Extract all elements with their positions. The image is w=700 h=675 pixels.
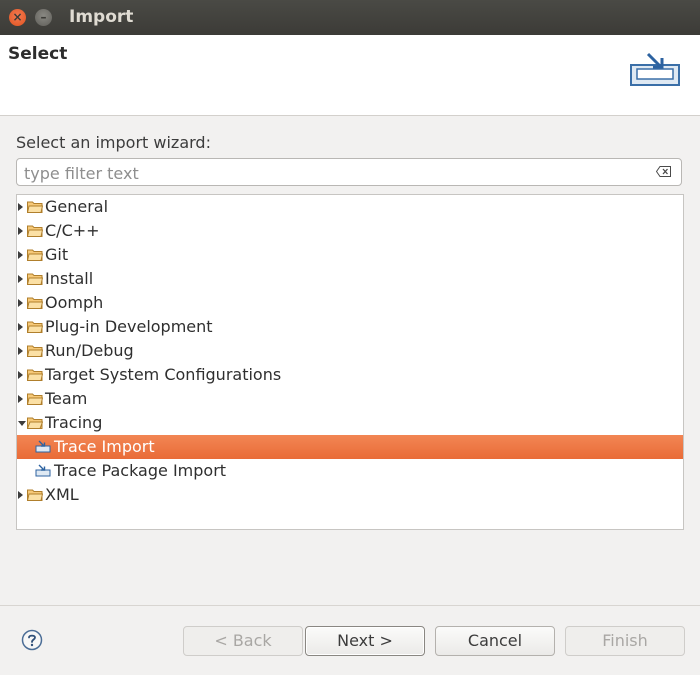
tree-item-trace-import[interactable]: Trace Import	[17, 435, 683, 459]
tree-item-label: Git	[45, 245, 69, 264]
tree-item-run-debug[interactable]: Run/Debug	[17, 339, 683, 363]
tree-item-team[interactable]: Team	[17, 387, 683, 411]
expand-arrow-icon[interactable]	[18, 203, 23, 211]
folder-icon	[27, 201, 43, 213]
minimize-icon: –	[40, 10, 47, 24]
tree-item-label: Tracing	[45, 413, 103, 432]
folder-icon	[27, 345, 43, 357]
expand-arrow-icon[interactable]	[18, 347, 23, 355]
tree-item-label: Plug-in Development	[45, 317, 213, 336]
tree-item-label: C/C++	[45, 221, 100, 240]
tree-item-general[interactable]: General	[17, 195, 683, 219]
tree-item-tracing[interactable]: Tracing	[17, 411, 683, 435]
wizard-list-label: Select an import wizard:	[16, 133, 211, 152]
close-window-button[interactable]: ×	[9, 9, 26, 26]
folder-icon	[27, 249, 43, 261]
wizard-header: Select	[0, 35, 700, 116]
folder-icon	[27, 393, 43, 405]
filter-input[interactable]	[22, 162, 646, 184]
folder-icon	[27, 297, 43, 309]
close-icon: ×	[12, 10, 23, 24]
tree-item-label: Install	[45, 269, 94, 288]
tree-item-label: Target System Configurations	[45, 365, 282, 384]
finish-button[interactable]: Finish	[565, 626, 685, 656]
trace-import-icon	[35, 440, 51, 453]
import-wizard-icon	[630, 52, 680, 86]
expand-arrow-icon[interactable]	[18, 251, 23, 259]
tree-item-trace-package-import[interactable]: Trace Package Import	[17, 459, 683, 483]
expand-arrow-icon[interactable]	[18, 371, 23, 379]
folder-icon	[27, 321, 43, 333]
folder-icon	[27, 489, 43, 501]
filter-field[interactable]	[16, 158, 682, 186]
tree-item-label: Trace Package Import	[54, 461, 227, 480]
window-title: Import	[69, 7, 134, 27]
page-title: Select	[8, 44, 68, 64]
tree-item-install[interactable]: Install	[17, 267, 683, 291]
tree-item-git[interactable]: Git	[17, 243, 683, 267]
folder-icon	[27, 273, 43, 285]
expand-arrow-icon[interactable]	[18, 227, 23, 235]
expand-arrow-icon[interactable]	[18, 395, 23, 403]
trace-package-import-icon	[35, 464, 51, 477]
folder-icon	[27, 225, 43, 237]
help-icon[interactable]	[21, 629, 43, 651]
footer-divider	[0, 605, 700, 606]
minimize-window-button[interactable]: –	[35, 9, 52, 26]
title-bar: × – Import	[0, 0, 700, 35]
expand-arrow-icon[interactable]	[18, 275, 23, 283]
wizard-tree[interactable]: General C/C++ Git Install Oomph Plug-in …	[16, 194, 684, 530]
expand-arrow-icon[interactable]	[18, 299, 23, 307]
next-button[interactable]: Next >	[305, 626, 425, 656]
open-folder-icon	[27, 417, 43, 429]
tree-item-label: Run/Debug	[45, 341, 134, 360]
collapse-arrow-icon[interactable]	[18, 421, 26, 426]
cancel-button[interactable]: Cancel	[435, 626, 555, 656]
expand-arrow-icon[interactable]	[18, 491, 23, 499]
tree-item-label: Oomph	[45, 293, 104, 312]
tree-item-cpp[interactable]: C/C++	[17, 219, 683, 243]
expand-arrow-icon[interactable]	[18, 323, 23, 331]
tree-item-plugin-development[interactable]: Plug-in Development	[17, 315, 683, 339]
tree-item-label: XML	[45, 485, 79, 504]
tree-item-label: Team	[45, 389, 88, 408]
tree-item-target-system-configurations[interactable]: Target System Configurations	[17, 363, 683, 387]
back-button[interactable]: < Back	[183, 626, 303, 656]
clear-filter-icon[interactable]	[656, 166, 671, 177]
tree-item-xml[interactable]: XML	[17, 483, 683, 507]
tree-item-oomph[interactable]: Oomph	[17, 291, 683, 315]
tree-item-label: Trace Import	[54, 437, 155, 456]
tree-item-label: General	[45, 197, 109, 216]
folder-icon	[27, 369, 43, 381]
